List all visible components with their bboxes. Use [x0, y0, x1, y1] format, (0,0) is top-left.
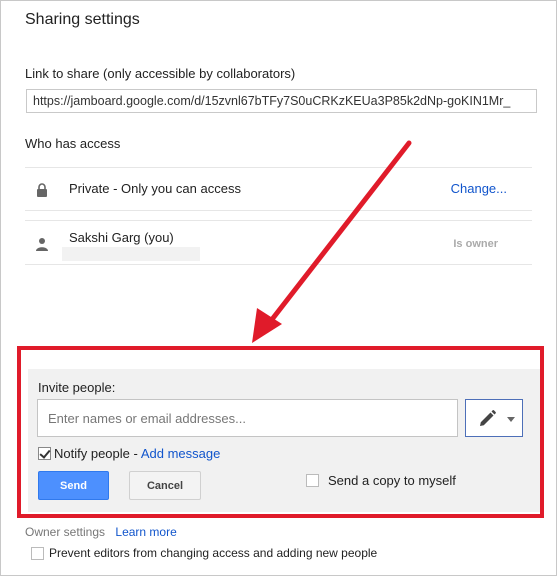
private-access-text: Private - Only you can access — [69, 181, 241, 196]
owner-role-tag: Is owner — [453, 238, 498, 250]
share-link-field[interactable]: https://jamboard.google.com/d/15zvnl67bT… — [26, 89, 537, 113]
redacted-email — [62, 247, 200, 261]
annotation-highlight-box — [17, 346, 544, 518]
dialog-title: Sharing settings — [25, 11, 140, 28]
owner-settings: Owner settings Learn more — [25, 525, 177, 539]
person-icon — [36, 238, 48, 251]
who-has-access-label: Who has access — [25, 136, 121, 151]
access-row-private: Private - Only you can access Change... — [25, 167, 532, 211]
prevent-editors-checkbox[interactable] — [31, 546, 44, 560]
prevent-editors-row: Prevent editors from changing access and… — [31, 546, 377, 560]
change-access-link[interactable]: Change... — [451, 181, 507, 196]
lock-icon — [37, 183, 47, 197]
learn-more-link[interactable]: Learn more — [115, 525, 176, 539]
link-share-label: Link to share (only accessible by collab… — [25, 66, 296, 81]
owner-name: Sakshi Garg (you) — [69, 230, 174, 245]
prevent-editors-label: Prevent editors from changing access and… — [49, 546, 378, 560]
access-row-owner: Sakshi Garg (you) Is owner — [25, 220, 532, 265]
owner-settings-label: Owner settings — [25, 525, 106, 539]
